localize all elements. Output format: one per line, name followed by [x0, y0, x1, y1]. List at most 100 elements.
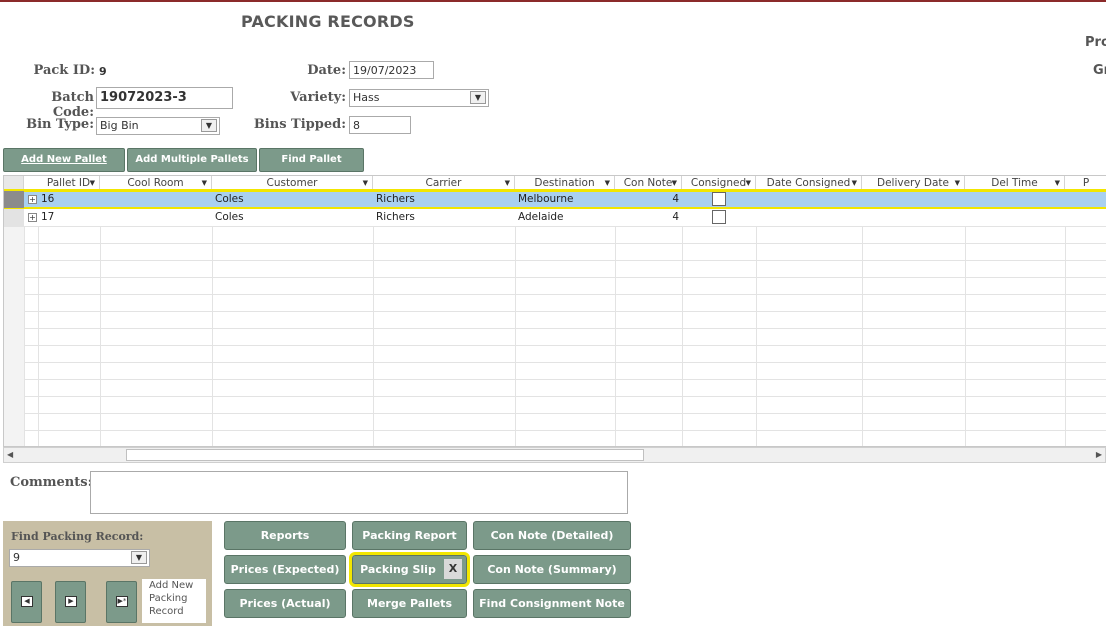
sort-filter-icon[interactable]: ▼	[955, 176, 960, 190]
edge-label-product: Pro	[1085, 35, 1106, 50]
sort-filter-icon[interactable]: ▼	[90, 176, 95, 190]
edge-label-grower: Gr	[1093, 63, 1106, 78]
find-pallet-button[interactable]: Find Pallet	[259, 148, 364, 172]
batch-code-label: Batch Code:	[51, 90, 94, 120]
chevron-down-icon[interactable]: ▼	[201, 119, 217, 132]
cell-con-note[interactable]: 4	[616, 209, 679, 226]
table-row[interactable]: + 17 Coles Richers Adelaide 4	[4, 209, 1106, 226]
col-label: Del Time	[991, 177, 1038, 189]
cell-destination[interactable]: Melbourne	[516, 191, 614, 208]
new-record-button[interactable]: ▶*	[106, 581, 137, 623]
sort-filter-icon[interactable]: ▼	[505, 176, 510, 190]
window-top-border	[0, 0, 1106, 2]
find-record-value: 9	[13, 551, 20, 564]
col-header-consigned[interactable]: Consigned ▼	[682, 176, 756, 190]
arrow-right-icon: ▶	[65, 596, 77, 607]
bins-tipped-field[interactable]: 8	[349, 116, 411, 134]
packing-report-button[interactable]: Packing Report	[352, 521, 467, 550]
col-header-carrier[interactable]: Carrier ▼	[373, 176, 515, 190]
consigned-checkbox[interactable]	[712, 210, 726, 224]
cell-customer[interactable]: Coles	[213, 191, 373, 208]
cell-cool-room[interactable]	[101, 191, 211, 208]
packing-slip-group: Packing Slip X	[349, 552, 470, 587]
packing-slip-button[interactable]: Packing Slip	[353, 556, 443, 583]
col-label: Delivery Date	[876, 177, 950, 189]
cell-cool-room[interactable]	[101, 209, 211, 226]
close-icon[interactable]: X	[444, 559, 462, 579]
next-record-button[interactable]: ▶	[55, 581, 86, 623]
col-header-con-note[interactable]: Con Note ▼	[615, 176, 682, 190]
bin-type-combo[interactable]: Big Bin ▼	[96, 117, 220, 135]
add-new-pallet-button[interactable]: Add New Pallet	[3, 148, 125, 172]
variety-label: Variety:	[290, 90, 346, 105]
variety-value: Hass	[353, 91, 380, 104]
page-title: PACKING RECORDS	[241, 12, 415, 31]
con-note-summary-button[interactable]: Con Note (Summary)	[473, 555, 631, 584]
col-header-p[interactable]: P	[1065, 176, 1106, 190]
find-record-label: Find Packing Record:	[11, 530, 144, 543]
con-note-detailed-button[interactable]: Con Note (Detailed)	[473, 521, 631, 550]
sort-filter-icon[interactable]: ▼	[202, 176, 207, 190]
bins-tipped-label: Bins Tipped:	[253, 117, 346, 132]
scroll-left-icon[interactable]: ◀	[7, 450, 13, 459]
col-label: P	[1082, 177, 1090, 189]
date-field[interactable]: 19/07/2023	[349, 61, 434, 79]
sort-filter-icon[interactable]: ▼	[605, 176, 610, 190]
table-row[interactable]: + 16 Coles Richers Melbourne 4	[4, 189, 1106, 210]
cell-customer[interactable]: Coles	[213, 209, 373, 226]
sort-filter-icon[interactable]: ▼	[363, 176, 368, 190]
cell-destination[interactable]: Adelaide	[516, 209, 614, 226]
add-multiple-pallets-button[interactable]: Add Multiple Pallets	[127, 148, 257, 172]
arrow-left-icon: ◀	[21, 596, 33, 607]
comments-field[interactable]	[90, 471, 628, 514]
col-label: Date Consigned	[766, 177, 851, 189]
chevron-down-icon[interactable]: ▼	[470, 91, 486, 104]
col-label: Carrier	[425, 177, 462, 189]
prices-expected-button[interactable]: Prices (Expected)	[224, 555, 346, 584]
variety-combo[interactable]: Hass ▼	[349, 89, 489, 107]
reports-button[interactable]: Reports	[224, 521, 346, 550]
sort-filter-icon[interactable]: ▼	[746, 176, 751, 190]
find-record-combo[interactable]: 9 ▼	[9, 549, 150, 567]
select-all-corner[interactable]	[4, 176, 24, 190]
row-selector[interactable]	[4, 191, 24, 208]
chevron-down-icon[interactable]: ▼	[131, 551, 147, 564]
col-header-cool-room[interactable]: Cool Room ▼	[100, 176, 212, 190]
cell-pallet-id[interactable]: 16	[39, 191, 99, 208]
scrollbar-thumb[interactable]	[126, 449, 644, 461]
sort-filter-icon[interactable]: ▼	[672, 176, 677, 190]
col-label: Pallet ID	[46, 177, 91, 189]
new-record-icon: ▶*	[116, 596, 128, 607]
col-header-del-time[interactable]: Del Time ▼	[965, 176, 1065, 190]
expand-plus-icon[interactable]: +	[28, 213, 37, 222]
comments-label: Comments:	[10, 475, 93, 490]
batch-code-field[interactable]: 19072023-3	[96, 87, 233, 109]
prices-actual-button[interactable]: Prices (Actual)	[224, 589, 346, 618]
pallets-datasheet[interactable]: Pallet ID ▼ Cool Room ▼ Customer ▼ Carrier ▼…	[3, 175, 1106, 447]
col-header-destination[interactable]: Destination ▼	[515, 176, 615, 190]
bin-type-label: Bin Type:	[26, 117, 94, 132]
row-selector[interactable]	[4, 209, 24, 226]
col-header-delivery-date[interactable]: Delivery Date ▼	[862, 176, 965, 190]
col-header-customer[interactable]: Customer ▼	[212, 176, 373, 190]
sort-filter-icon[interactable]: ▼	[852, 176, 857, 190]
find-consignment-note-button[interactable]: Find Consignment Note	[473, 589, 631, 618]
col-label: Destination	[534, 177, 595, 189]
cell-con-note[interactable]: 4	[616, 191, 679, 208]
find-record-panel: Find Packing Record: 9 ▼ ◀ ▶ ▶* Add New …	[3, 521, 212, 626]
previous-record-button[interactable]: ◀	[11, 581, 42, 623]
horizontal-scrollbar[interactable]: ◀ ▶	[3, 447, 1106, 463]
sort-filter-icon[interactable]: ▼	[1055, 176, 1060, 190]
merge-pallets-button[interactable]: Merge Pallets	[352, 589, 467, 618]
col-header-pallet-id[interactable]: Pallet ID ▼	[38, 176, 100, 190]
cell-pallet-id[interactable]: 17	[39, 209, 99, 226]
cell-carrier[interactable]: Richers	[374, 209, 514, 226]
bin-type-value: Big Bin	[100, 119, 139, 132]
date-label: Date:	[307, 63, 346, 78]
col-header-date-consigned[interactable]: Date Consigned ▼	[756, 176, 862, 190]
cell-carrier[interactable]: Richers	[374, 191, 514, 208]
scroll-right-icon[interactable]: ▶	[1096, 450, 1102, 459]
consigned-checkbox[interactable]	[712, 192, 726, 206]
expand-plus-icon[interactable]: +	[28, 195, 37, 204]
pack-id-label: Pack ID:	[33, 63, 95, 78]
